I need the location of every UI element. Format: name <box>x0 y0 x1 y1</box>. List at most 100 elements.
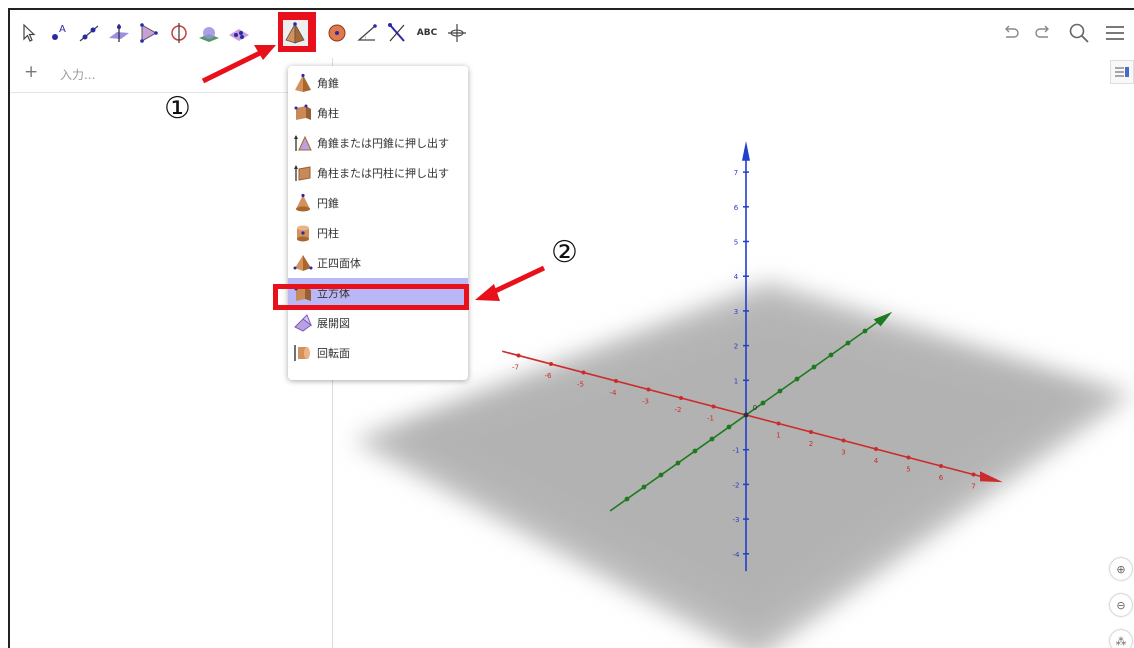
line-tool-button[interactable] <box>76 20 102 46</box>
perpendicular-plane-icon <box>109 24 129 42</box>
polygon-icon <box>140 23 158 43</box>
axis-tick-label: -2 <box>675 406 682 414</box>
menu-item-cone[interactable]: 円錐 <box>288 188 468 218</box>
style-bar-toggle[interactable] <box>1110 60 1134 84</box>
axis-tick-label: -7 <box>512 364 519 372</box>
axis-tick-label: 5 <box>906 466 910 474</box>
intersect-surface-tool-button[interactable] <box>196 20 222 46</box>
undo-icon[interactable] <box>1000 23 1020 43</box>
zoom-out-button[interactable]: ⊖ <box>1110 594 1132 616</box>
point-icon: A <box>52 24 66 40</box>
x-tick <box>906 455 911 460</box>
intersect-surface-icon <box>199 27 219 42</box>
menu-item-label: 角錐または円錐に押し出す <box>317 137 449 150</box>
axis-tick-label: 6 <box>939 474 944 482</box>
y-tick <box>828 352 834 358</box>
axis-tick-label: -4 <box>610 389 618 397</box>
rotate-view-icon <box>448 24 466 42</box>
axis-tick-label: -6 <box>545 372 553 380</box>
search-icon[interactable] <box>1068 22 1090 44</box>
x-tick <box>646 387 651 392</box>
axis-tick-label: 3 <box>841 449 845 457</box>
origin-point <box>743 412 749 418</box>
axis-tick-label: 3 <box>734 308 738 316</box>
x-tick <box>549 362 553 366</box>
cursor-icon <box>23 23 36 42</box>
menu-item-cylinder[interactable]: 円柱 <box>288 218 468 248</box>
axis-tick-label: 1 <box>776 432 780 440</box>
x-tick <box>809 430 813 434</box>
app-window: A ABC + 入力... -7 -6 -5 -4 -3 -2 -1 1 2 3… <box>8 8 1134 648</box>
svg-text:A: A <box>59 24 66 35</box>
zoom-out-icon: ⊖ <box>1116 598 1126 612</box>
menu-item-net[interactable]: 展開図 <box>288 308 468 338</box>
axis-tick-label: 2 <box>809 440 813 448</box>
menu-item-surface-revolution[interactable]: 回転面 <box>288 338 468 368</box>
x-tick <box>614 379 618 383</box>
point-tool-button[interactable]: A <box>46 20 72 46</box>
extrude-prism-icon <box>293 163 313 183</box>
y-tick <box>845 340 851 346</box>
axis-tick-label: 1 <box>734 377 738 385</box>
standard-view-button[interactable]: ⁂ <box>1110 630 1132 648</box>
rotate-view-tool-button[interactable] <box>444 20 470 46</box>
axis-tick-label: -4 <box>733 551 741 559</box>
step1-highlight-box <box>278 12 316 52</box>
circle-axis-icon <box>171 23 187 43</box>
x-tick <box>711 404 716 409</box>
plane-tool-button[interactable] <box>226 20 252 46</box>
x-tick <box>874 447 878 451</box>
y-tick <box>760 400 766 406</box>
menu-item-label: 円錐 <box>317 197 339 210</box>
step2-highlight-box <box>273 284 469 310</box>
axis-tick-label: -5 <box>577 381 584 389</box>
menu-item-label: 回転面 <box>317 347 350 360</box>
toolbar-right <box>1000 22 1126 44</box>
y-tick <box>811 364 817 370</box>
net-icon <box>293 313 313 333</box>
menu-item-label: 展開図 <box>317 317 350 330</box>
y-tick <box>624 496 630 502</box>
menu-item-prism[interactable]: 角柱 <box>288 98 468 128</box>
redo-icon[interactable] <box>1034 23 1054 43</box>
toolbar: A ABC <box>10 10 1134 58</box>
axis-tick-label: -3 <box>733 516 740 524</box>
menu-icon[interactable] <box>1104 22 1126 44</box>
tetrahedron-icon <box>293 253 313 273</box>
algebra-input-field[interactable]: 入力... <box>60 66 95 83</box>
move-tool-button[interactable] <box>16 20 42 46</box>
step2-number: ② <box>551 235 578 270</box>
perpendicular-tool-button[interactable] <box>106 20 132 46</box>
menu-item-label: 角柱 <box>317 107 339 120</box>
sphere-tool-button[interactable] <box>324 20 350 46</box>
y-tick <box>794 376 800 382</box>
algebra-input-row[interactable]: + 入力... <box>10 58 332 93</box>
y-tick <box>862 328 868 334</box>
extrude-pyramid-icon <box>293 133 313 153</box>
axis-tick-label: 7 <box>971 483 975 491</box>
axis-tick-label: 0 <box>753 404 757 412</box>
angle-icon <box>357 24 377 41</box>
circle-axis-tool-button[interactable] <box>166 20 192 46</box>
reflect-tool-button[interactable] <box>384 20 410 46</box>
axis-tick-label: 4 <box>734 273 739 281</box>
line-icon <box>79 25 99 42</box>
menu-item-extrude-pyramid[interactable]: 角錐または円錐に押し出す <box>288 128 468 158</box>
x-tick <box>679 396 683 400</box>
zoom-in-icon: ⊕ <box>1116 562 1126 576</box>
menu-item-tetrahedron[interactable]: 正四面体 <box>288 248 468 278</box>
menu-item-label: 正四面体 <box>317 257 361 270</box>
pyramid-icon <box>293 73 313 93</box>
y-tick <box>692 448 698 454</box>
y-tick <box>675 460 681 466</box>
menu-item-extrude-prism[interactable]: 角柱または円柱に押し出す <box>288 158 468 188</box>
angle-tool-button[interactable] <box>354 20 380 46</box>
menu-item-label: 角錐 <box>317 77 339 90</box>
menu-item-pyramid[interactable]: 角錐 <box>288 68 468 98</box>
add-icon[interactable]: + <box>24 62 38 82</box>
text-tool-button[interactable]: ABC <box>414 20 440 46</box>
zoom-in-button[interactable]: ⊕ <box>1110 558 1132 580</box>
axis-tick-label: -1 <box>707 415 714 423</box>
polygon-tool-button[interactable] <box>136 20 162 46</box>
plane-points-icon <box>229 29 249 41</box>
